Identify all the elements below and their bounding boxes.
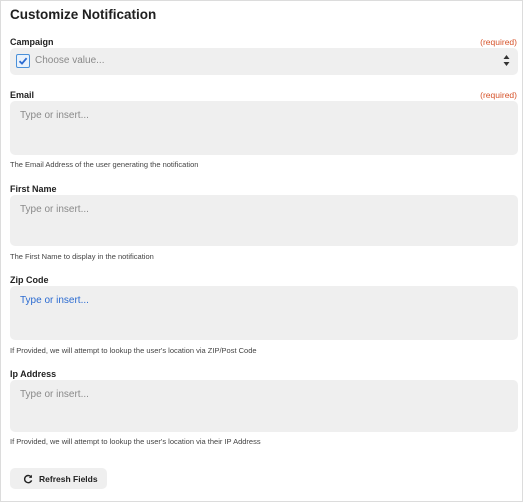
email-label: Email [10, 90, 35, 100]
ip-address-label: Ip Address [10, 369, 57, 379]
checkbox-icon [16, 54, 30, 68]
email-field[interactable]: Type or insert... [10, 101, 518, 155]
email-required-badge: (required) [480, 90, 517, 100]
campaign-select[interactable]: Choose value... [10, 48, 518, 75]
ip-address-field[interactable]: Type or insert... [10, 380, 518, 432]
ip-address-placeholder: Type or insert... [20, 389, 89, 400]
refresh-fields-button[interactable]: Refresh Fields [10, 468, 107, 489]
first-name-placeholder: Type or insert... [20, 204, 89, 215]
ip-address-help-text: If Provided, we will attempt to lookup t… [10, 437, 261, 446]
email-help-text: The Email Address of the user generating… [10, 160, 199, 169]
zip-code-label: Zip Code [10, 275, 49, 285]
campaign-select-placeholder: Choose value... [35, 55, 105, 66]
zip-code-help-text: If Provided, we will attempt to lookup t… [10, 346, 257, 355]
zip-code-field[interactable]: Type or insert... [10, 286, 518, 340]
refresh-icon [23, 474, 33, 483]
customize-notification-panel: Customize Notification Campaign (require… [0, 0, 523, 502]
email-placeholder: Type or insert... [20, 110, 89, 121]
campaign-required-badge: (required) [480, 37, 517, 47]
panel-title: Customize Notification [10, 7, 157, 22]
first-name-field[interactable]: Type or insert... [10, 195, 518, 246]
campaign-label: Campaign [10, 37, 54, 47]
zip-code-placeholder: Type or insert... [20, 295, 89, 306]
refresh-fields-label: Refresh Fields [39, 473, 98, 484]
sort-arrows-icon [503, 55, 510, 66]
first-name-help-text: The First Name to display in the notific… [10, 252, 154, 261]
first-name-label: First Name [10, 184, 57, 194]
